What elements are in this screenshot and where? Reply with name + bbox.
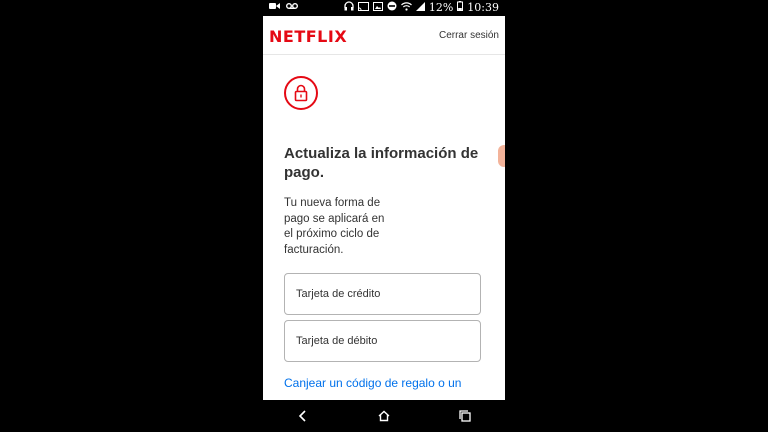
system-nav-bar [263, 400, 505, 432]
credit-card-option[interactable]: Tarjeta de crédito [284, 273, 481, 315]
do-not-disturb-icon [387, 1, 397, 14]
page-description: Tu nueva forma de pago se aplicará en el… [284, 197, 385, 256]
lock-icon [284, 76, 318, 110]
sign-out-link[interactable]: Cerrar sesión [439, 30, 499, 41]
recents-icon[interactable] [445, 402, 485, 430]
wifi-icon [400, 1, 412, 14]
signal-icon [415, 1, 425, 14]
image-icon [372, 1, 383, 14]
battery-percent: 12% [428, 1, 454, 14]
headphones-icon [344, 1, 354, 14]
edge-handle[interactable] [498, 145, 505, 167]
status-bar-right: 12% 10:39 [344, 1, 499, 14]
cast-icon [357, 1, 369, 14]
phone-frame: 12% 10:39 NETFLIX Cerrar sesión Actualiz… [263, 0, 505, 432]
app-screen: NETFLIX Cerrar sesión Actualiza la infor… [263, 16, 505, 400]
home-icon[interactable] [364, 402, 404, 430]
page-title: Actualiza la información de pago. [284, 145, 479, 181]
clock: 10:39 [467, 1, 499, 14]
netflix-logo[interactable]: NETFLIX [269, 27, 347, 46]
battery-icon [457, 1, 464, 14]
status-bar-left [269, 2, 298, 13]
voicemail-icon [286, 2, 298, 13]
debit-card-option[interactable]: Tarjeta de débito [284, 320, 481, 362]
app-header: NETFLIX Cerrar sesión [263, 16, 505, 55]
debit-card-label: Tarjeta de débito [296, 335, 378, 347]
credit-card-label: Tarjeta de crédito [296, 288, 381, 300]
back-icon[interactable] [283, 402, 323, 430]
video-icon [269, 2, 280, 13]
status-bar: 12% 10:39 [263, 0, 505, 16]
payment-update-panel: Actualiza la información de pago. Tu nue… [284, 76, 484, 390]
redeem-gift-code-link[interactable]: Canjear un código de regalo o un [284, 376, 484, 390]
